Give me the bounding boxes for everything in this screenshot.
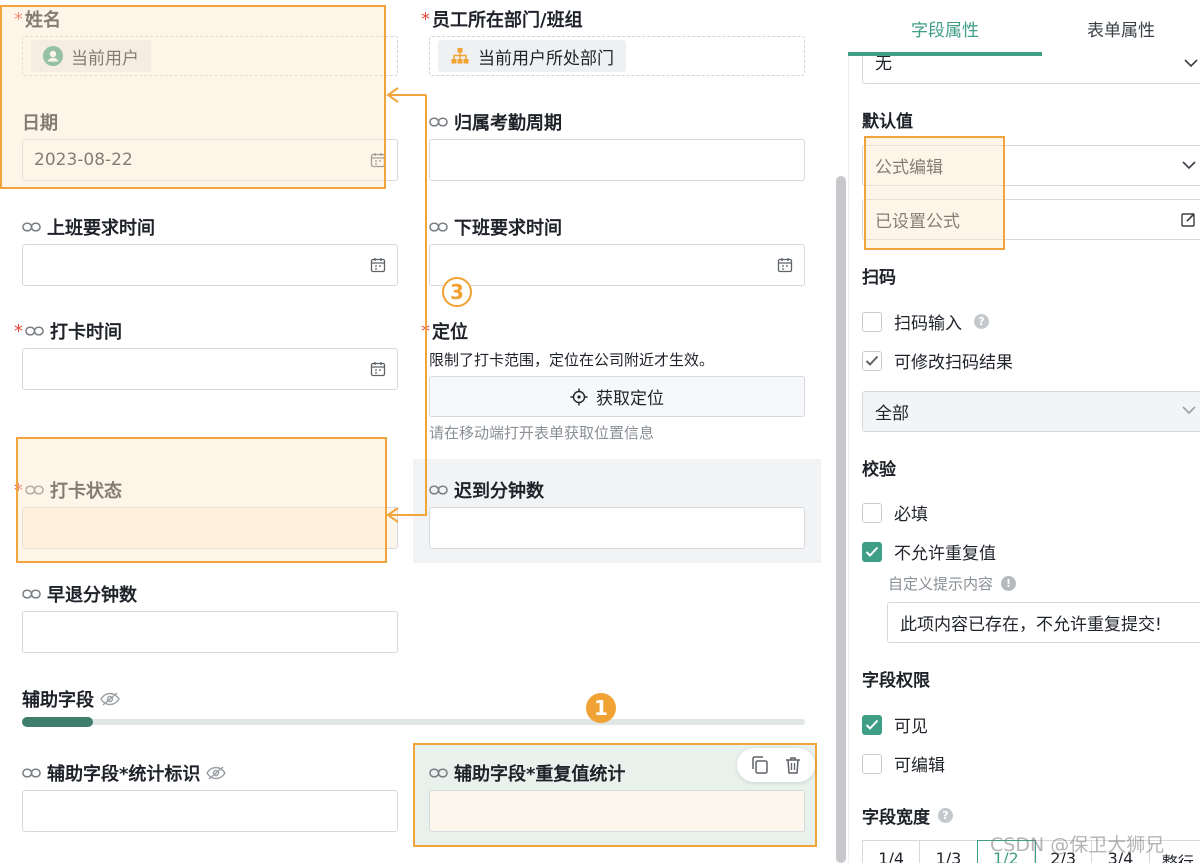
edit-icon[interactable] bbox=[1181, 212, 1196, 227]
tab-active-bar bbox=[848, 52, 1042, 56]
link-icon bbox=[25, 326, 44, 336]
late-minutes-label: 迟到分钟数 bbox=[429, 477, 544, 503]
tab-field-props-label[interactable]: 字段属性 bbox=[848, 0, 1042, 56]
work-start-label: 上班要求时间 bbox=[22, 214, 155, 240]
visible-checkbox[interactable] bbox=[862, 714, 882, 735]
aux-flag-field[interactable] bbox=[22, 790, 398, 832]
crosshair-icon bbox=[570, 388, 588, 405]
work-start-field[interactable] bbox=[22, 244, 398, 286]
required-row[interactable]: 必填 bbox=[862, 500, 928, 525]
name-field[interactable]: 当前用户 bbox=[22, 36, 398, 76]
checkin-time-label: * 打卡时间 bbox=[14, 320, 122, 344]
default-mode-select[interactable]: 公式编辑 bbox=[862, 145, 1200, 186]
custom-tip-label: 自定义提示内容 ! bbox=[888, 573, 1017, 594]
early-leave-label: 早退分钟数 bbox=[22, 581, 137, 607]
check-icon bbox=[865, 719, 879, 730]
custom-tip-input[interactable]: 此项内容已存在，不允许重复提交! bbox=[887, 602, 1200, 643]
aux-section-label: 辅助字段 bbox=[22, 686, 120, 712]
help-icon: ? bbox=[938, 808, 953, 823]
early-leave-field[interactable] bbox=[22, 611, 398, 653]
link-icon bbox=[25, 485, 44, 495]
calendar-icon bbox=[370, 153, 386, 168]
link-icon bbox=[429, 222, 448, 232]
checkin-status-field[interactable] bbox=[22, 507, 398, 549]
perm-title: 字段权限 bbox=[862, 671, 930, 691]
work-end-field[interactable] bbox=[429, 244, 805, 286]
width-option[interactable]: 1/4 bbox=[863, 841, 921, 863]
editable-row[interactable]: 可编辑 bbox=[862, 751, 945, 776]
aux-section-bar-fill bbox=[22, 717, 93, 727]
form-scrollbar[interactable] bbox=[836, 176, 846, 863]
period-field-label: 归属考勤周期 bbox=[429, 109, 562, 135]
period-field[interactable] bbox=[429, 139, 805, 181]
chevron-down-icon bbox=[1182, 161, 1196, 170]
default-value-title: 默认值 bbox=[862, 112, 913, 132]
eye-off-icon bbox=[206, 766, 227, 780]
tab-form-props-label[interactable]: 表单属性 bbox=[1042, 0, 1200, 56]
link-icon bbox=[22, 589, 41, 599]
link-icon bbox=[429, 768, 448, 778]
user-icon bbox=[43, 46, 63, 66]
aux-dup-label: 辅助字段*重复值统计 bbox=[429, 760, 625, 786]
watermark: CSDN @保卫大狮兄 bbox=[990, 834, 1165, 856]
visible-row[interactable]: 可见 bbox=[862, 712, 928, 737]
aux-dup-field[interactable] bbox=[429, 790, 805, 832]
trash-icon[interactable] bbox=[783, 755, 803, 775]
field-toolbar bbox=[737, 748, 815, 782]
formula-status-field[interactable]: 已设置公式 bbox=[862, 199, 1200, 240]
get-location-button[interactable]: 获取定位 bbox=[429, 376, 805, 417]
chevron-down-icon bbox=[1182, 406, 1196, 415]
chevron-down-icon bbox=[1184, 59, 1198, 68]
width-option[interactable]: 1/3 bbox=[920, 841, 978, 863]
scan-scope-select[interactable]: 全部 bbox=[862, 391, 1200, 432]
scan-input-row[interactable]: 扫码输入 ? bbox=[862, 309, 989, 334]
work-end-label: 下班要求时间 bbox=[429, 214, 562, 240]
annotation-1: 1 bbox=[586, 693, 616, 723]
scan-modify-checkbox[interactable] bbox=[862, 350, 882, 371]
info-icon: ! bbox=[1001, 576, 1017, 591]
org-tree-icon bbox=[451, 48, 469, 64]
help-icon: ? bbox=[974, 314, 989, 329]
scan-input-checkbox[interactable] bbox=[862, 311, 882, 332]
late-minutes-field[interactable] bbox=[429, 507, 805, 549]
calendar-icon bbox=[777, 258, 793, 273]
checkin-time-field[interactable] bbox=[22, 348, 398, 390]
location-hint: 限制了打卡范围，定位在公司附近才生效。 bbox=[429, 351, 715, 369]
location-mobile-tip: 请在移动端打开表单获取位置信息 bbox=[429, 424, 655, 442]
editable-checkbox[interactable] bbox=[862, 753, 882, 774]
date-value: 2023-08-22 bbox=[34, 150, 133, 170]
no-duplicate-checkbox[interactable] bbox=[862, 541, 882, 562]
aux-section-bar bbox=[22, 717, 805, 727]
eye-off-icon bbox=[100, 692, 120, 706]
link-icon bbox=[22, 768, 41, 778]
date-field[interactable]: 2023-08-22 bbox=[22, 139, 398, 181]
annotation-3: 3 bbox=[442, 277, 472, 307]
link-icon bbox=[22, 222, 41, 232]
name-field-label: * 姓名 bbox=[14, 8, 61, 32]
check-icon bbox=[865, 546, 879, 557]
dept-field[interactable]: 当前用户所处部门 bbox=[429, 36, 805, 76]
dept-field-label: * 员工所在部门/班组 bbox=[421, 8, 583, 32]
check-icon bbox=[865, 355, 879, 366]
link-icon bbox=[429, 485, 448, 495]
link-icon bbox=[429, 117, 448, 127]
date-field-label: 日期 bbox=[22, 113, 58, 134]
calendar-icon bbox=[370, 258, 386, 273]
no-duplicate-row[interactable]: 不允许重复值 bbox=[862, 539, 996, 564]
calendar-icon bbox=[370, 362, 386, 377]
location-label: * 定位 bbox=[421, 320, 468, 344]
copy-icon[interactable] bbox=[750, 755, 770, 775]
required-checkbox[interactable] bbox=[862, 502, 882, 523]
current-dept-chip: 当前用户所处部门 bbox=[438, 40, 626, 72]
scan-modify-row[interactable]: 可修改扫码结果 bbox=[862, 348, 1013, 373]
current-user-chip: 当前用户 bbox=[31, 40, 151, 72]
scan-title: 扫码 bbox=[862, 268, 896, 288]
validate-title: 校验 bbox=[862, 460, 896, 480]
checkin-status-label: * 打卡状态 bbox=[14, 479, 122, 503]
width-title: 字段宽度 ? bbox=[862, 803, 953, 828]
aux-flag-label: 辅助字段*统计标识 bbox=[22, 760, 227, 786]
